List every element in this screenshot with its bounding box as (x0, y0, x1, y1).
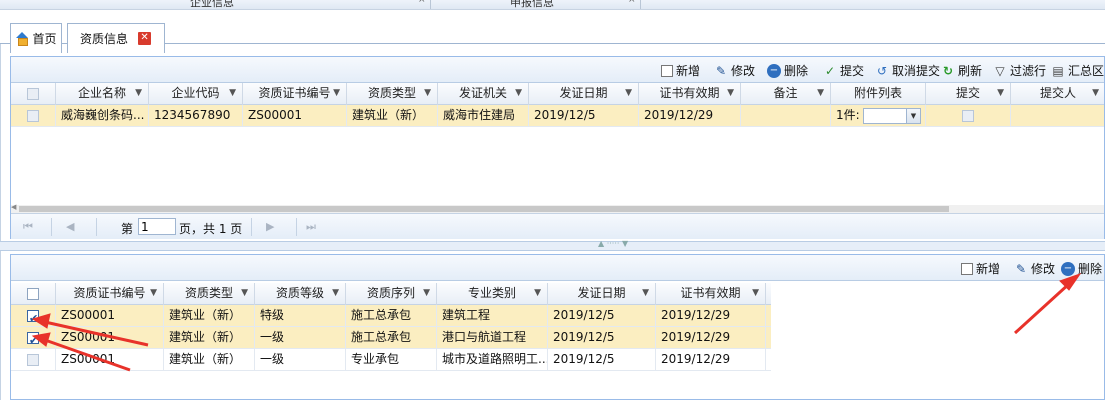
annotation-arrowhead (31, 313, 51, 329)
annotation-arrow (1013, 281, 1072, 335)
annotation-arrowhead (31, 332, 51, 347)
annotation-overlay (31, 273, 1082, 372)
annotation-arrow (44, 320, 149, 347)
annotation-arrow (44, 338, 131, 372)
